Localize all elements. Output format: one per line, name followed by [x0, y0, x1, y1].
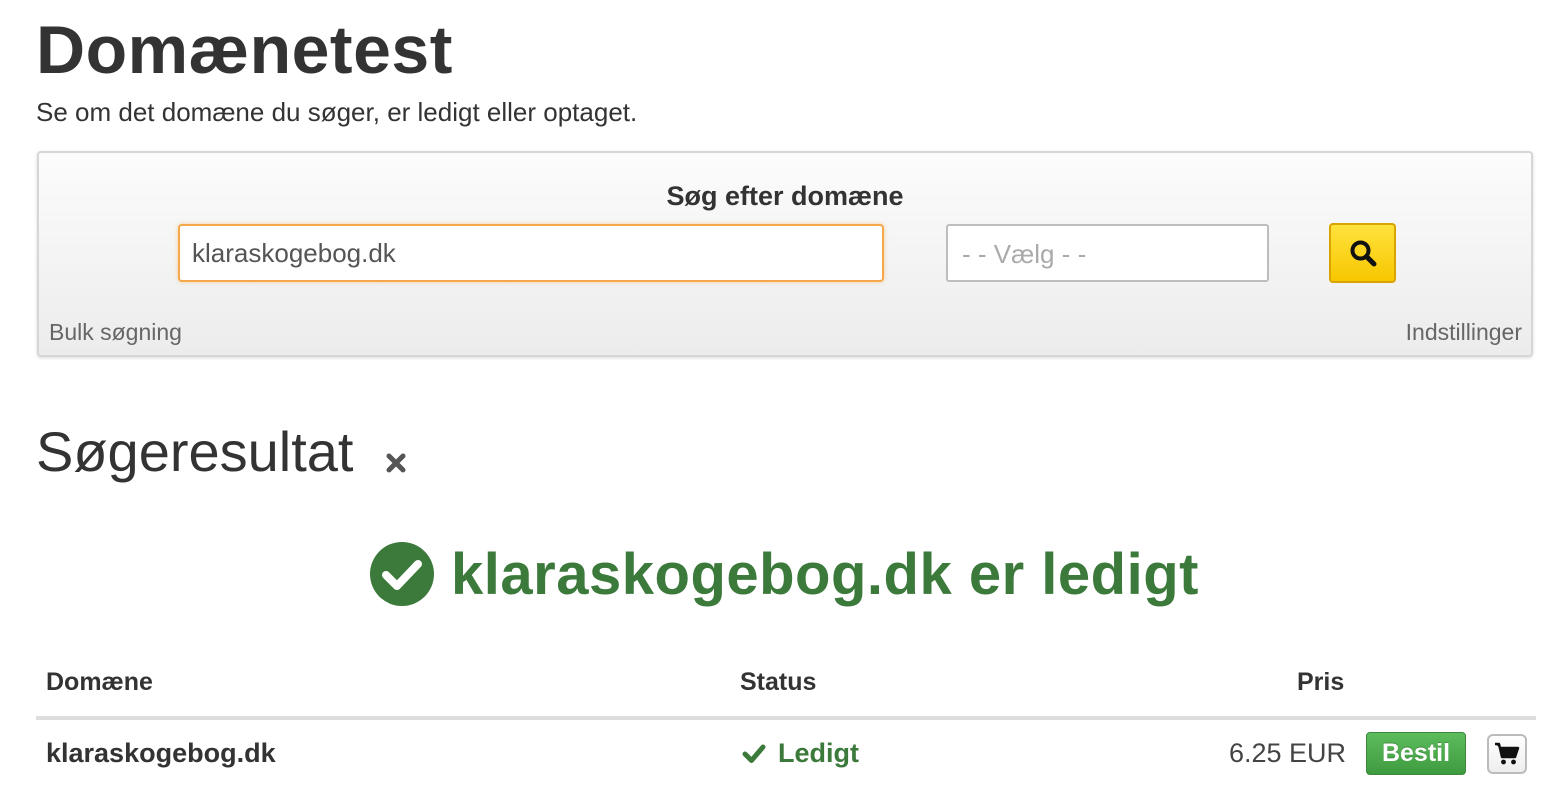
checkmark-icon: [742, 744, 766, 763]
row-status-label: Ledigt: [778, 738, 859, 768]
close-icon: [386, 453, 406, 473]
search-icon: [1350, 240, 1376, 267]
order-button[interactable]: Bestil: [1366, 732, 1466, 775]
page-title: Domænetest: [36, 12, 453, 88]
row-status: Ledigt: [742, 738, 859, 769]
row-price: 6.25 EUR: [1228, 738, 1346, 768]
cart-icon: [1495, 742, 1520, 765]
close-results-button[interactable]: [384, 451, 408, 475]
availability-banner: klaraskogebog.dk er ledigt: [0, 536, 1568, 612]
domain-search-input[interactable]: [178, 224, 884, 282]
settings-link[interactable]: Indstillinger: [1406, 319, 1522, 346]
page-subtitle: Se om det domæne du søger, er ledigt ell…: [36, 97, 638, 127]
search-heading: Søg efter domæne: [666, 181, 904, 211]
column-header-status: Status: [740, 668, 817, 696]
results-heading: Søgeresultat: [36, 420, 354, 483]
bulk-search-link[interactable]: Bulk søgning: [49, 319, 182, 346]
search-button[interactable]: [1329, 223, 1396, 283]
check-circle-icon: [370, 542, 435, 606]
column-header-price: Pris: [1297, 668, 1345, 696]
row-domain: klaraskogebog.dk: [46, 738, 276, 768]
table-divider: [36, 716, 1536, 720]
add-to-cart-button[interactable]: [1487, 734, 1527, 774]
column-header-domain: Domæne: [46, 668, 153, 696]
tld-select[interactable]: - - Vælg - -: [946, 224, 1269, 282]
availability-text: klaraskogebog.dk er ledigt: [451, 541, 1199, 607]
domain-search-panel: Søg efter domæne - - Vælg - - Bulk søgni…: [37, 151, 1533, 357]
